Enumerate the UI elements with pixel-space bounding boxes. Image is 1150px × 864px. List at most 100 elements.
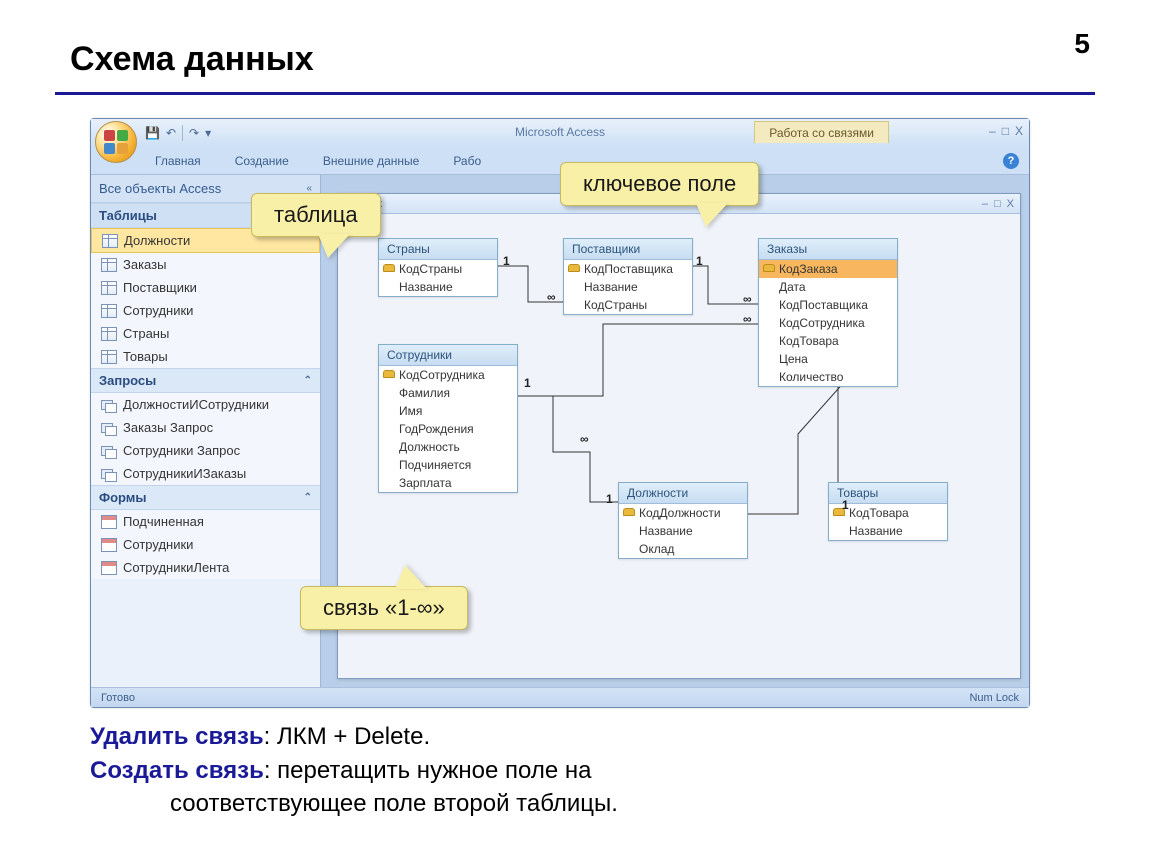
tab-external-data[interactable]: Внешние данные — [319, 150, 424, 174]
field-kodpostavshchika[interactable]: КодПоставщика — [564, 260, 692, 278]
footer-delete-text: : ЛКМ + Delete. — [264, 723, 430, 750]
qat-separator — [182, 125, 183, 141]
nav-item-form[interactable]: Подчиненная — [91, 510, 320, 533]
field-podchinyaetsya[interactable]: Подчиняется — [379, 456, 517, 474]
quick-access-toolbar: 💾 ↶ ↷ ▾ — [145, 123, 211, 143]
nav-section-forms[interactable]: Формы ⌃ — [91, 485, 320, 510]
table-title: Сотрудники — [379, 345, 517, 366]
chevron-icon: ⌃ — [304, 375, 312, 386]
nav-item-query[interactable]: СотрудникиИЗаказы — [91, 462, 320, 485]
table-dolzhnosti[interactable]: Должности КодДолжности Название Оклад — [618, 482, 748, 559]
nav-item-label: Страны — [123, 326, 169, 341]
field-dolzhnost[interactable]: Должность — [379, 438, 517, 456]
maximize-button[interactable]: □ — [1002, 124, 1009, 138]
field-kodzakaza[interactable]: КодЗаказа — [759, 260, 897, 278]
nav-item-query[interactable]: Заказы Запрос — [91, 416, 320, 439]
nav-item-query[interactable]: Сотрудники Запрос — [91, 439, 320, 462]
table-title: Заказы — [759, 239, 897, 260]
form-icon — [101, 561, 117, 575]
office-button[interactable] — [95, 121, 137, 163]
nav-section-queries[interactable]: Запросы ⌃ — [91, 368, 320, 393]
table-icon — [101, 281, 117, 295]
nav-item-postavshchiki[interactable]: Поставщики — [91, 276, 320, 299]
minimize-button[interactable]: – — [989, 124, 996, 138]
tab-database-tools[interactable]: Рабо — [449, 150, 485, 174]
child-close-button[interactable]: X — [1007, 198, 1014, 210]
callout-text: ключевое поле — [583, 171, 736, 196]
nav-item-form[interactable]: СотрудникиЛента — [91, 556, 320, 579]
redo-icon[interactable]: ↷ — [189, 126, 199, 140]
tab-create[interactable]: Создание — [231, 150, 293, 174]
page-title: Схема данных — [70, 40, 314, 79]
help-icon[interactable]: ? — [1003, 153, 1019, 169]
field-nazvanie[interactable]: Название — [829, 522, 947, 540]
nav-item-zakazy[interactable]: Заказы — [91, 253, 320, 276]
nav-section-label: Запросы — [99, 373, 156, 388]
footer-create-cont: соответствующее поле второй таблицы. — [90, 787, 1090, 821]
nav-item-tovary[interactable]: Товары — [91, 345, 320, 368]
field-data[interactable]: Дата — [759, 278, 897, 296]
callout-keyfield: ключевое поле — [560, 162, 759, 206]
window-controls: – □ X — [989, 124, 1023, 138]
page-number: 5 — [1074, 28, 1090, 60]
status-left: Готово — [101, 692, 135, 704]
table-zakazy[interactable]: Заказы КодЗаказа Дата КодПоставщика КодС… — [758, 238, 898, 387]
undo-icon[interactable]: ↶ — [166, 126, 176, 140]
app-title: Microsoft Access — [515, 125, 605, 139]
field-nazvanie[interactable]: Название — [619, 522, 747, 540]
nav-item-label: Сотрудники — [123, 303, 193, 318]
field-koddolzhnosti[interactable]: КодДолжности — [619, 504, 747, 522]
field-kodsotrudnika[interactable]: КодСотрудника — [759, 314, 897, 332]
field-imya[interactable]: Имя — [379, 402, 517, 420]
field-kodtovara[interactable]: КодТовара — [759, 332, 897, 350]
nav-item-form[interactable]: Сотрудники — [91, 533, 320, 556]
nav-item-label: Заказы — [123, 257, 166, 272]
field-familiya[interactable]: Фамилия — [379, 384, 517, 402]
table-sotrudniki[interactable]: Сотрудники КодСотрудника Фамилия Имя Год… — [378, 344, 518, 493]
cardinality-many: ∞ — [547, 290, 556, 304]
nav-item-label: Должности — [124, 233, 190, 248]
nav-item-query[interactable]: ДолжностиИСотрудники — [91, 393, 320, 416]
nav-item-strany[interactable]: Страны — [91, 322, 320, 345]
save-icon[interactable]: 💾 — [145, 126, 160, 140]
chevron-icon: ⌃ — [304, 492, 312, 503]
tab-home[interactable]: Главная — [151, 150, 205, 174]
nav-section-label: Таблицы — [99, 208, 157, 223]
nav-item-sotrudniki[interactable]: Сотрудники — [91, 299, 320, 322]
workspace: Все объекты Access « Таблицы ⌃ Должности… — [91, 175, 1029, 687]
child-maximize-button[interactable]: □ — [994, 198, 1001, 210]
field-kodsotrudnika[interactable]: КодСотрудника — [379, 366, 517, 384]
table-strany[interactable]: Страны КодСтраны Название — [378, 238, 498, 297]
qat-dropdown-icon[interactable]: ▾ — [205, 126, 211, 140]
footer-create-label: Создать связь — [90, 757, 264, 784]
nav-item-label: Сотрудники — [123, 537, 193, 552]
close-button[interactable]: X — [1015, 124, 1023, 138]
nav-item-label: Товары — [123, 349, 168, 364]
access-window: 💾 ↶ ↷ ▾ Microsoft Access Работа со связя… — [90, 118, 1030, 708]
table-icon — [101, 304, 117, 318]
field-tsena[interactable]: Цена — [759, 350, 897, 368]
form-icon — [101, 515, 117, 529]
query-icon — [101, 444, 117, 458]
table-icon — [101, 350, 117, 364]
cardinality-one: 1 — [503, 254, 510, 268]
table-icon — [101, 258, 117, 272]
context-tab[interactable]: Работа со связями — [754, 121, 889, 143]
child-minimize-button[interactable]: – — [982, 198, 988, 210]
field-godrozhdeniya[interactable]: ГодРождения — [379, 420, 517, 438]
table-icon — [101, 327, 117, 341]
field-oklad[interactable]: Оклад — [619, 540, 747, 558]
nav-section-label: Формы — [99, 490, 147, 505]
field-kolichestvo[interactable]: Количество — [759, 368, 897, 386]
field-zarplata[interactable]: Зарплата — [379, 474, 517, 492]
field-kodstrany[interactable]: КодСтраны — [564, 296, 692, 314]
nav-item-label: ДолжностиИСотрудники — [123, 397, 269, 412]
status-right: Num Lock — [969, 692, 1019, 704]
table-postavshchiki[interactable]: Поставщики КодПоставщика Название КодСтр… — [563, 238, 693, 315]
field-nazvanie[interactable]: Название — [564, 278, 692, 296]
field-kodpostavshchika[interactable]: КодПоставщика — [759, 296, 897, 314]
cardinality-many: ∞ — [743, 312, 752, 326]
nav-item-label: СотрудникиЛента — [123, 560, 229, 575]
field-nazvanie[interactable]: Название — [379, 278, 497, 296]
field-kodstrany[interactable]: КодСтраны — [379, 260, 497, 278]
